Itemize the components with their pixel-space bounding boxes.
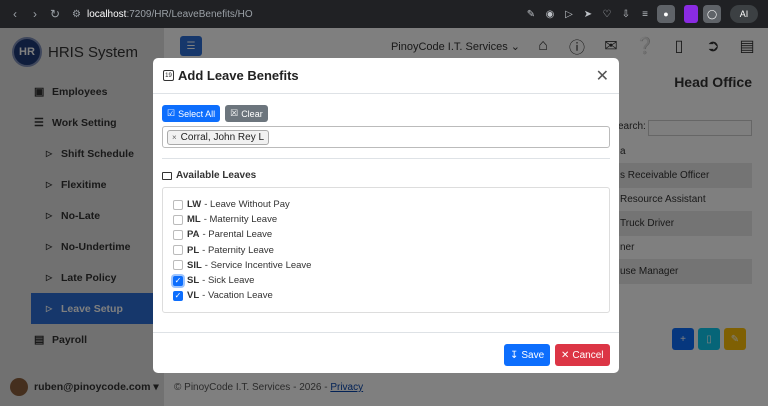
cancel-button[interactable]: ✕ Cancel bbox=[555, 344, 610, 366]
leave-checkbox[interactable] bbox=[173, 260, 183, 271]
modal-footer: ↧ Save ✕ Cancel bbox=[153, 332, 619, 373]
site-info-icon[interactable]: ⚙ bbox=[72, 9, 81, 20]
leave-item-sl[interactable]: ✓ SL - Sick Leave bbox=[163, 273, 609, 288]
modal-header: 19 Add Leave Benefits ✕ bbox=[153, 58, 619, 94]
leave-name: - Service Incentive Leave bbox=[204, 259, 312, 271]
reload-icon[interactable]: ↻ bbox=[46, 5, 64, 23]
close-icon: ✕ bbox=[561, 349, 570, 361]
selection-toolbar: ☑ Select All ☒ Clear bbox=[162, 105, 268, 122]
calendar-icon: 19 bbox=[163, 70, 174, 81]
modal-title: Add Leave Benefits bbox=[178, 68, 299, 83]
wallet-icon[interactable]: ◯ bbox=[703, 5, 721, 23]
url-host: localhost bbox=[86, 8, 127, 20]
clear-label: Clear bbox=[241, 108, 263, 119]
leave-code: SIL bbox=[187, 259, 202, 271]
leave-list: LW - Leave Without Pay ML - Maternity Le… bbox=[162, 187, 610, 313]
leave-code: PL bbox=[187, 244, 200, 256]
x-square-icon: ☒ bbox=[230, 108, 239, 118]
close-icon[interactable]: ✕ bbox=[596, 66, 609, 86]
leave-code: SL bbox=[187, 275, 200, 287]
ai-button[interactable]: AI bbox=[730, 5, 758, 23]
clear-button[interactable]: ☒ Clear bbox=[225, 105, 268, 122]
leave-checkbox[interactable]: ✓ bbox=[173, 290, 183, 301]
leave-checkbox[interactable] bbox=[173, 199, 183, 210]
address-bar[interactable]: ⚙ localhost:7209/HR/LeaveBenefits/HO bbox=[72, 4, 524, 24]
divider bbox=[162, 158, 610, 159]
leave-item-lw[interactable]: LW - Leave Without Pay bbox=[163, 197, 609, 212]
leave-checkbox[interactable] bbox=[173, 245, 183, 256]
leave-item-ml[interactable]: ML - Maternity Leave bbox=[163, 212, 609, 227]
leave-checkbox[interactable] bbox=[173, 229, 183, 240]
browser-toolbar: ‹ › ↻ ⚙ localhost:7209/HR/LeaveBenefits/… bbox=[0, 0, 768, 28]
leave-name: - Vacation Leave bbox=[202, 290, 273, 302]
remove-tag-icon[interactable]: × bbox=[172, 133, 177, 142]
edit-icon[interactable]: ✎ bbox=[524, 7, 538, 21]
add-leave-benefits-modal: 19 Add Leave Benefits ✕ ☑ Select All ☒ C… bbox=[153, 58, 619, 373]
menu-lines-icon[interactable]: ≡ bbox=[638, 7, 652, 21]
leave-checkbox[interactable] bbox=[173, 214, 183, 225]
camera-icon[interactable]: ◉ bbox=[543, 7, 557, 21]
leave-name: - Paternity Leave bbox=[202, 244, 274, 256]
leave-code: ML bbox=[187, 214, 201, 226]
check-square-icon: ☑ bbox=[167, 108, 176, 118]
back-icon[interactable]: ‹ bbox=[6, 5, 24, 23]
save-icon: ↧ bbox=[510, 349, 519, 361]
leave-code: PA bbox=[187, 229, 200, 241]
list-icon bbox=[162, 171, 172, 180]
leave-name: - Leave Without Pay bbox=[204, 199, 290, 211]
leave-item-pa[interactable]: PA - Parental Leave bbox=[163, 227, 609, 242]
available-leaves-label: Available Leaves bbox=[176, 170, 257, 181]
extension-icon[interactable] bbox=[684, 5, 698, 23]
leave-code: LW bbox=[187, 199, 202, 211]
selected-employee-name: Corral, John Rey L bbox=[180, 131, 265, 143]
leave-name: - Parental Leave bbox=[202, 229, 273, 241]
leave-item-sil[interactable]: SIL - Service Incentive Leave bbox=[163, 258, 609, 273]
cancel-label: Cancel bbox=[572, 349, 604, 361]
profile-icon[interactable]: ● bbox=[657, 5, 675, 23]
leave-item-pl[interactable]: PL - Paternity Leave bbox=[163, 243, 609, 258]
leave-item-vl[interactable]: ✓ VL - Vacation Leave bbox=[163, 288, 609, 303]
leave-name: - Sick Leave bbox=[202, 275, 255, 287]
leave-checkbox[interactable]: ✓ bbox=[173, 275, 183, 286]
leave-name: - Maternity Leave bbox=[203, 214, 278, 226]
forward-icon[interactable]: › bbox=[26, 5, 44, 23]
url-path: :7209/HR/LeaveBenefits/HO bbox=[126, 8, 253, 20]
save-button[interactable]: ↧ Save bbox=[504, 344, 551, 366]
select-all-label: Select All bbox=[178, 108, 216, 119]
save-label: Save bbox=[521, 349, 545, 361]
employee-multiselect[interactable]: × Corral, John Rey L bbox=[162, 126, 610, 148]
selected-employee-tag: × Corral, John Rey L bbox=[167, 129, 270, 145]
play-icon[interactable]: ▷ bbox=[562, 7, 576, 21]
heart-icon[interactable]: ♡ bbox=[600, 7, 614, 21]
available-leaves-heading: Available Leaves bbox=[162, 170, 256, 181]
download-icon[interactable]: ⇩ bbox=[619, 7, 633, 21]
send-icon[interactable]: ➤ bbox=[581, 7, 595, 21]
select-all-button[interactable]: ☑ Select All bbox=[162, 105, 221, 122]
leave-code: VL bbox=[187, 290, 200, 302]
